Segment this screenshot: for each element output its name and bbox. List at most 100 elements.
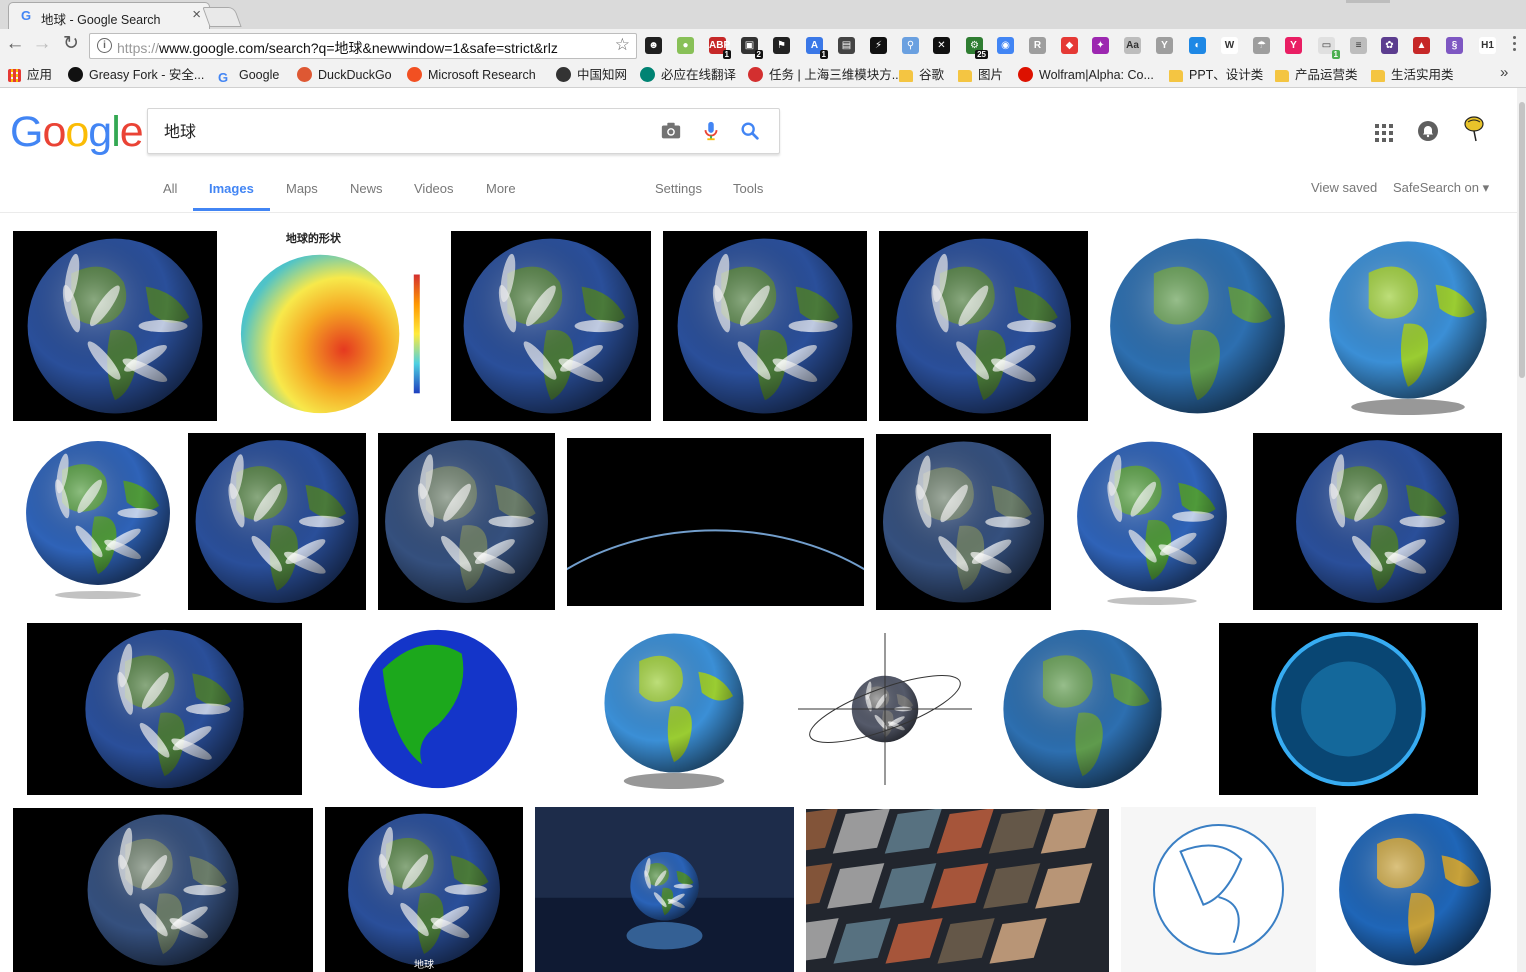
ext-icon-16[interactable]: Aa <box>1124 37 1141 54</box>
ext-icon-14[interactable]: ◆ <box>1061 37 1078 54</box>
image-result-thumbnail[interactable]: 地球的形状 <box>222 225 445 423</box>
bookmark-item[interactable]: 产品运营类 <box>1275 66 1358 84</box>
search-input[interactable] <box>164 120 634 140</box>
image-result-thumbnail[interactable] <box>188 433 366 610</box>
bookmark-item[interactable]: PPT、设计类 <box>1169 66 1263 84</box>
image-result-thumbnail[interactable] <box>806 809 1109 972</box>
ext-icon-5[interactable]: ⚑ <box>773 37 790 54</box>
forward-arrow-icon[interactable]: → <box>31 33 53 55</box>
ext-icon-17[interactable]: Y <box>1156 37 1173 54</box>
bookmark-item[interactable]: 谷歌 <box>899 66 944 84</box>
image-result-thumbnail[interactable] <box>990 623 1175 795</box>
ext-icon-3[interactable]: ABP 1 <box>709 37 731 59</box>
ext-icon-22[interactable]: ▭ 1 <box>1318 37 1340 59</box>
ext-icon-9[interactable]: ⚲ <box>902 37 919 54</box>
ext-icon-8[interactable]: ⚡ <box>870 37 887 54</box>
image-result-thumbnail[interactable] <box>27 623 302 795</box>
microphone-icon[interactable] <box>700 120 722 142</box>
ext-icon-21[interactable]: Y <box>1285 37 1302 54</box>
safesearch-toggle[interactable]: SafeSearch on ▾ <box>1393 180 1489 196</box>
image-result-thumbnail[interactable] <box>535 807 794 972</box>
search-box[interactable] <box>147 108 780 154</box>
ext-icon-26[interactable]: § <box>1446 37 1463 54</box>
ext-icon-24[interactable]: ✿ <box>1381 37 1398 54</box>
image-result-thumbnail[interactable] <box>567 438 864 606</box>
ext-icon-7[interactable]: ▤ <box>838 37 855 54</box>
tab-images[interactable]: Images <box>209 181 254 196</box>
ext-icon-25[interactable]: ▲ <box>1413 37 1430 54</box>
image-result-thumbnail[interactable] <box>13 231 217 421</box>
reload-icon[interactable]: ↻ <box>60 33 82 55</box>
ext-icon-6[interactable]: A1 <box>806 37 828 59</box>
tab-tools[interactable]: Tools <box>733 181 763 196</box>
ext-icon-27[interactable]: H1 <box>1479 37 1496 54</box>
ext-icon-13[interactable]: R <box>1029 37 1046 54</box>
ext-icon-2[interactable]: ● <box>677 37 694 54</box>
bookmark-item[interactable]: DuckDuckGo <box>297 66 392 84</box>
bookmark-item[interactable]: 必应在线翻译 <box>640 66 736 84</box>
image-result-thumbnail[interactable] <box>1219 623 1478 795</box>
info-icon[interactable]: i <box>97 38 112 53</box>
image-result-thumbnail[interactable] <box>1326 807 1504 972</box>
search-icon[interactable] <box>739 120 761 142</box>
image-result-thumbnail[interactable] <box>13 433 183 605</box>
image-result-thumbnail[interactable] <box>879 231 1088 421</box>
image-result-thumbnail[interactable] <box>590 623 758 795</box>
back-arrow-icon[interactable]: ← <box>4 33 26 55</box>
scrollbar-thumb[interactable] <box>1519 102 1525 378</box>
ext-icon-19[interactable]: W <box>1221 37 1238 54</box>
image-result-thumbnail[interactable] <box>13 808 313 972</box>
image-result-thumbnail[interactable] <box>1312 231 1504 421</box>
bookmarks-overflow-icon[interactable]: » <box>1500 64 1508 81</box>
bookmark-star-icon[interactable]: ☆ <box>615 35 630 55</box>
image-result-thumbnail[interactable] <box>1253 433 1502 610</box>
tab-close-icon[interactable]: × <box>192 6 201 23</box>
apps-grid-icon[interactable] <box>1375 124 1393 142</box>
tab-news[interactable]: News <box>350 181 383 196</box>
bookmark-item[interactable]: G Google <box>218 66 279 85</box>
bookmark-item[interactable]: 生活实用类 <box>1371 66 1454 84</box>
tab-settings[interactable]: Settings <box>655 181 702 196</box>
image-result-thumbnail[interactable] <box>663 231 867 421</box>
ext-icon-10[interactable]: ✕ <box>933 37 950 54</box>
tab-maps[interactable]: Maps <box>286 181 318 196</box>
image-result-thumbnail[interactable] <box>1100 231 1295 421</box>
bookmark-item[interactable]: 图片 <box>958 66 1003 84</box>
window-drag-handle[interactable] <box>1346 0 1390 3</box>
bookmark-item[interactable]: Greasy Fork - 安全... <box>68 66 204 84</box>
tab-all[interactable]: All <box>163 181 177 196</box>
ext-icon-15[interactable]: ✦ <box>1092 37 1109 54</box>
image-result-thumbnail[interactable] <box>378 433 555 610</box>
chrome-menu-icon[interactable] <box>1513 36 1517 54</box>
bookmark-item[interactable]: 应用 <box>8 66 52 84</box>
google-logo[interactable]: Google <box>10 108 144 156</box>
browser-tab[interactable]: G 地球 - Google Search × <box>8 2 210 30</box>
user-avatar[interactable] <box>1460 113 1490 143</box>
image-result-thumbnail[interactable] <box>1060 434 1244 611</box>
new-tab-button[interactable] <box>202 7 242 27</box>
ext-icon-4[interactable]: ▣ 2 <box>741 37 763 59</box>
ext-icon-18[interactable]: ◐ <box>1189 37 1206 54</box>
image-result-thumbnail[interactable] <box>876 434 1051 610</box>
notifications-bell-icon[interactable] <box>1418 121 1438 141</box>
image-result-thumbnail[interactable] <box>790 623 980 795</box>
address-url[interactable]: https://www.google.com/search?q=地球&newwi… <box>117 38 607 58</box>
bookmark-item[interactable]: Wolfram|Alpha: Co... <box>1018 66 1154 84</box>
image-result-thumbnail[interactable]: 地球 <box>325 807 523 972</box>
address-bar[interactable]: i https://www.google.com/search?q=地球&new… <box>89 33 637 59</box>
ext-icon-1[interactable]: ☻ <box>645 37 662 54</box>
ext-icon-23[interactable]: ≡ <box>1350 37 1367 54</box>
bookmark-item[interactable]: 中国知网 <box>556 66 627 84</box>
image-result-thumbnail[interactable] <box>451 231 651 421</box>
bookmark-item[interactable]: Microsoft Research <box>407 66 536 84</box>
camera-icon[interactable] <box>660 120 682 142</box>
ext-icon-20[interactable]: ☂ <box>1253 37 1270 54</box>
tab-videos[interactable]: Videos <box>414 181 454 196</box>
bookmark-item[interactable]: 任务 | 上海三维模块方... <box>748 66 902 84</box>
image-result-thumbnail[interactable] <box>1121 807 1316 972</box>
image-result-thumbnail[interactable] <box>340 623 536 795</box>
ext-icon-11[interactable]: ⚙ 25 <box>966 37 988 59</box>
view-saved-link[interactable]: View saved <box>1311 180 1377 195</box>
tab-more[interactable]: More <box>486 181 516 196</box>
ext-icon-12[interactable]: ◉ <box>997 37 1014 54</box>
